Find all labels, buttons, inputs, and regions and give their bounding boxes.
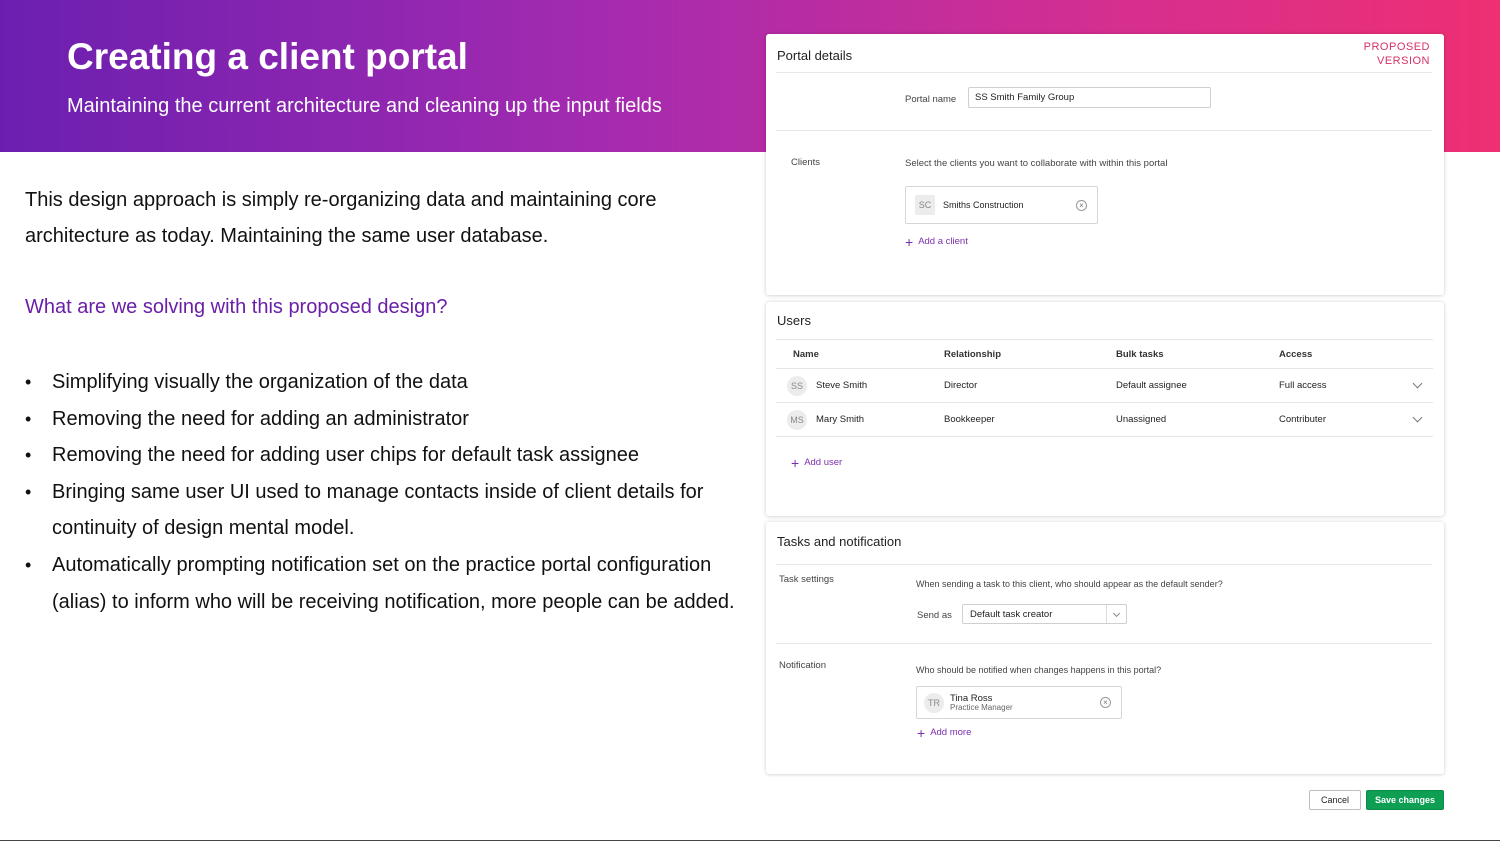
tasks-notification-card: Tasks and notification Task settings Whe… xyxy=(766,522,1444,774)
task-settings-hint: When sending a task to this client, who … xyxy=(916,579,1223,589)
add-client-button[interactable]: + Add a client xyxy=(905,233,968,250)
add-client-label: Add a client xyxy=(918,236,968,247)
divider xyxy=(776,72,1432,73)
add-more-label: Add more xyxy=(930,727,972,738)
chevron-down-icon[interactable] xyxy=(1412,412,1423,422)
user-bulk-tasks: Unassigned xyxy=(1116,414,1167,425)
divider xyxy=(776,643,1432,644)
user-avatar: SS xyxy=(787,375,807,396)
page-subtitle: Maintaining the current architecture and… xyxy=(67,95,662,117)
users-card: Users Name Relationship Bulk tasks Acces… xyxy=(766,302,1444,516)
clients-label: Clients xyxy=(791,157,821,168)
user-name: Steve Smith xyxy=(816,380,868,391)
tasks-title: Tasks and notification xyxy=(777,534,902,549)
portal-details-title: Portal details xyxy=(777,48,853,63)
notify-user-role: Practice Manager xyxy=(950,702,1013,712)
bullet-item: Removing the need for adding user chips … xyxy=(25,437,735,474)
portal-details-card: Portal details PROPOSED VERSION Portal n… xyxy=(766,34,1444,295)
notification-label: Notification xyxy=(779,660,826,671)
portal-name-label: Portal name xyxy=(905,94,957,105)
task-settings-label: Task settings xyxy=(779,574,834,585)
bullet-item: Removing the need for adding an administ… xyxy=(25,401,735,438)
user-avatar: MS xyxy=(787,409,807,430)
notification-hint: Who should be notified when changes happ… xyxy=(916,665,1162,675)
client-chip-name: Smiths Construction xyxy=(943,200,1024,210)
divider xyxy=(776,564,1432,565)
user-relationship: Bookkeeper xyxy=(944,414,995,425)
users-title: Users xyxy=(777,313,811,328)
add-user-button[interactable]: + Add user xyxy=(791,454,843,471)
clients-hint: Select the clients you want to collabora… xyxy=(905,158,1168,169)
bullet-item: Automatically prompting notification set… xyxy=(25,547,735,620)
notify-user-chip[interactable]: TR Tina Ross Practice Manager × xyxy=(916,686,1122,719)
user-name: Mary Smith xyxy=(816,414,865,425)
bullet-list: Simplifying visually the organization of… xyxy=(25,364,735,620)
user-name-cell: SS Steve Smith xyxy=(787,369,867,402)
section-question: What are we solving with this proposed d… xyxy=(25,296,448,318)
column-header-relationship: Relationship xyxy=(944,348,1002,360)
users-table: Name Relationship Bulk tasks Access SS S… xyxy=(776,339,1433,437)
user-bulk-tasks: Default assignee xyxy=(1116,380,1187,391)
add-user-label: Add user xyxy=(804,457,843,468)
intro-paragraph: This design approach is simply re-organi… xyxy=(25,189,657,247)
chevron-down-icon xyxy=(1106,605,1126,623)
badge-line: VERSION xyxy=(1376,55,1430,67)
plus-icon: + xyxy=(917,724,926,741)
bullet-item: Simplifying visually the organization of… xyxy=(25,364,735,401)
notify-user-name: Tina Ross xyxy=(950,692,993,704)
remove-notify-user-icon[interactable]: × xyxy=(1100,697,1111,708)
client-chip[interactable]: SC Smiths Construction × xyxy=(905,186,1098,224)
user-access[interactable]: Full access xyxy=(1279,369,1327,402)
table-row[interactable]: MS Mary Smith Bookkeeper Unassigned Cont… xyxy=(776,403,1433,437)
portal-name-input[interactable]: SS Smith Family Group xyxy=(968,87,1211,108)
save-changes-button[interactable]: Save changes xyxy=(1366,790,1444,810)
user-name-cell: MS Mary Smith xyxy=(787,403,864,436)
chevron-down-icon[interactable] xyxy=(1412,378,1423,388)
divider xyxy=(776,130,1432,131)
bottom-divider xyxy=(0,840,1500,841)
send-as-label: Send as xyxy=(917,610,952,621)
user-access[interactable]: Contributer xyxy=(1279,403,1326,436)
user-relationship: Director xyxy=(944,380,978,391)
send-as-value: Default task creator xyxy=(970,608,1053,620)
notify-user-info: Tina Ross Practice Manager xyxy=(950,692,1013,712)
add-more-button[interactable]: + Add more xyxy=(917,724,972,741)
column-header-name: Name xyxy=(793,348,819,360)
cancel-button[interactable]: Cancel xyxy=(1309,790,1361,810)
badge-line: PROPOSED xyxy=(1363,41,1430,53)
column-header-bulk-tasks: Bulk tasks xyxy=(1116,348,1164,360)
client-avatar: SC xyxy=(915,195,935,215)
remove-client-icon[interactable]: × xyxy=(1076,199,1087,211)
proposed-version-badge: PROPOSED VERSION xyxy=(1364,40,1430,68)
bullet-item: Bringing same user UI used to manage con… xyxy=(25,474,735,547)
users-table-header: Name Relationship Bulk tasks Access xyxy=(776,339,1433,369)
plus-icon: + xyxy=(905,233,914,250)
send-as-select[interactable]: Default task creator xyxy=(962,604,1127,624)
plus-icon: + xyxy=(791,454,800,471)
table-row[interactable]: SS Steve Smith Director Default assignee… xyxy=(776,369,1433,403)
column-header-access: Access xyxy=(1279,348,1313,360)
notify-user-avatar: TR xyxy=(924,692,944,713)
page-title: Creating a client portal xyxy=(67,36,468,77)
